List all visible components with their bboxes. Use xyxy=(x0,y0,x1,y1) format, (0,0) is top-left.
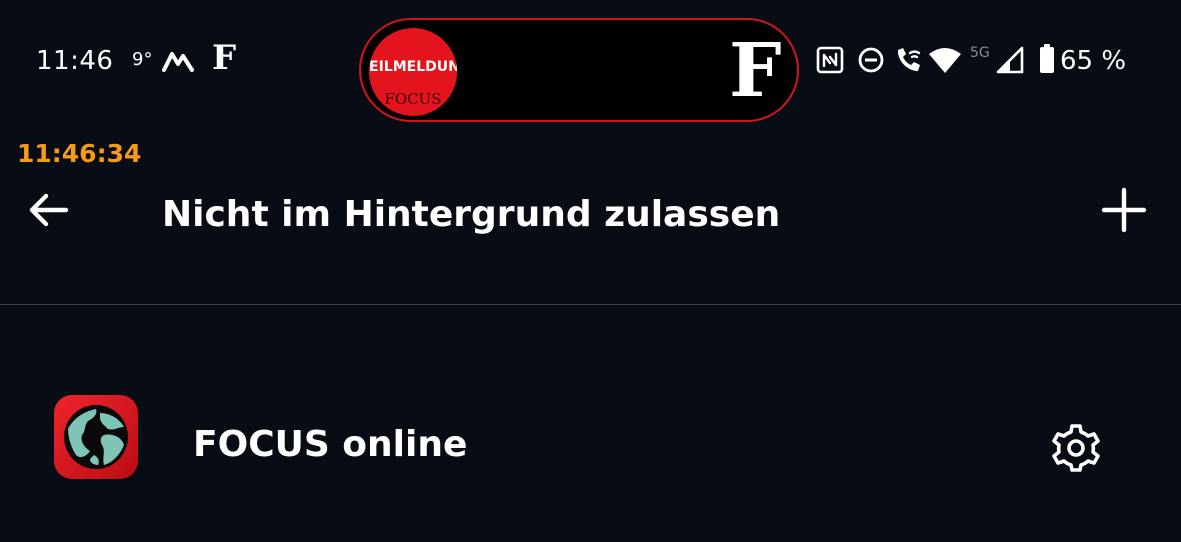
nfc-icon xyxy=(816,46,844,74)
network-type-label: 5G xyxy=(970,45,990,61)
focus-f-notification-icon: F xyxy=(212,38,237,78)
battery-percentage: 65 % xyxy=(1060,46,1127,76)
gear-icon[interactable] xyxy=(1048,420,1104,476)
arrow-left-icon[interactable] xyxy=(26,188,70,232)
page-title: Nicht im Hintergrund zulassen xyxy=(162,194,781,235)
app-name: FOCUS online xyxy=(193,424,468,465)
plus-icon[interactable] xyxy=(1100,186,1148,234)
do-not-disturb-icon xyxy=(858,47,884,73)
focus-f-logo: F xyxy=(729,28,782,114)
status-bar: 11:46 9° F EILMELDUNG FOCUS F 5G xyxy=(0,0,1181,130)
breaking-news-avatar: EILMELDUNG FOCUS xyxy=(369,28,457,116)
status-temperature: 9° xyxy=(132,49,153,70)
wifi-call-icon xyxy=(897,48,921,71)
cellular-signal-icon xyxy=(996,46,1024,74)
battery-icon xyxy=(1040,44,1054,73)
focus-online-globe-icon xyxy=(54,395,138,479)
status-time: 11:46 xyxy=(36,46,114,76)
wifi-icon xyxy=(929,48,961,73)
focus-brand-label: FOCUS xyxy=(384,90,442,108)
header-divider xyxy=(0,304,1181,305)
notification-pill[interactable]: EILMELDUNG FOCUS F xyxy=(359,18,799,122)
mountain-app-icon xyxy=(162,52,194,72)
clock-overlay: 11:46:34 xyxy=(17,139,142,168)
list-item-focus-online[interactable]: FOCUS online xyxy=(0,380,1181,514)
breaking-news-label: EILMELDUNG xyxy=(369,59,457,75)
